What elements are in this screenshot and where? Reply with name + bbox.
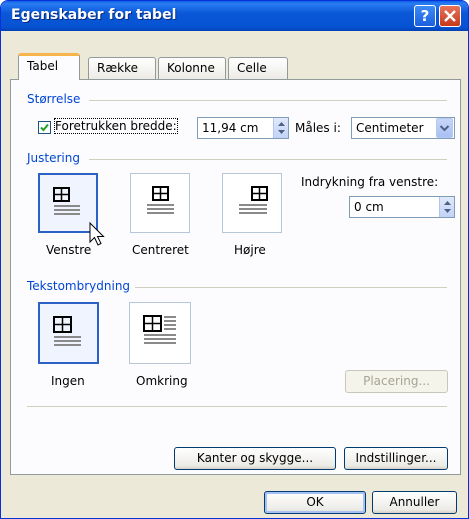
table-options-button-label: Indstillinger... <box>355 451 437 465</box>
wrap-around-option[interactable] <box>129 302 191 364</box>
indent-label: Indrykning fra venstre: <box>301 175 439 189</box>
wrap-none-option[interactable] <box>38 302 99 364</box>
preferred-width-label[interactable]: Foretrukken bredde: <box>54 118 178 134</box>
tab-raekke-label: Række <box>97 61 138 75</box>
align-right-icon <box>239 186 268 214</box>
positioning-button[interactable]: Placering... <box>345 370 448 393</box>
align-left-icon <box>53 187 80 215</box>
tab-kolonne[interactable]: Kolonne <box>158 57 226 79</box>
table-properties-dialog: Egenskaber for tabel ? Tabel Række Kolon… <box>0 0 469 519</box>
preferred-width-checkbox[interactable] <box>38 121 51 134</box>
indent-spinner[interactable] <box>439 197 454 217</box>
help-button[interactable]: ? <box>414 5 436 27</box>
tab-tabel[interactable]: Tabel <box>18 53 80 80</box>
cancel-button-label: Annuller <box>389 495 440 509</box>
wrapping-divider <box>135 287 447 288</box>
tab-celle-label: Celle <box>237 61 267 75</box>
wrap-around-label: Omkring <box>136 374 188 388</box>
ok-button-label: OK <box>306 495 324 509</box>
alignment-section-title: Justering <box>27 151 80 165</box>
cancel-button[interactable]: Annuller <box>372 491 457 514</box>
borders-shading-button[interactable]: Kanter og skygge... <box>174 447 336 470</box>
align-center-label: Centreret <box>132 243 189 257</box>
preferred-width-value: 11,94 cm <box>202 121 259 135</box>
size-divider <box>89 100 447 101</box>
ok-button[interactable]: OK <box>264 491 366 514</box>
close-button[interactable] <box>439 5 461 27</box>
borders-shading-button-label: Kanter og skygge... <box>196 451 314 465</box>
align-center-icon <box>147 186 174 214</box>
chevron-down-icon <box>439 125 450 132</box>
spin-arrows-icon <box>278 122 285 134</box>
close-icon <box>444 10 456 22</box>
tab-raekke[interactable]: Række <box>88 57 156 79</box>
wrap-none-label: Ingen <box>51 374 85 388</box>
align-right-label: Højre <box>234 243 266 257</box>
wrap-around-icon <box>143 315 176 344</box>
table-options-button[interactable]: Indstillinger... <box>344 447 448 470</box>
positioning-button-label: Placering... <box>363 374 430 388</box>
mouse-cursor-icon <box>89 222 105 246</box>
align-left-label: Venstre <box>46 243 92 257</box>
align-center-option[interactable] <box>130 173 190 233</box>
checkmark-icon <box>40 123 49 132</box>
indent-value: 0 cm <box>354 200 384 214</box>
dialog-title: Egenskaber for tabel <box>11 7 177 23</box>
title-bar[interactable]: Egenskaber for tabel ? <box>1 1 468 31</box>
tab-tabel-label: Tabel <box>27 59 59 73</box>
bottom-divider <box>27 406 447 407</box>
measure-label: Måles i: <box>295 121 341 135</box>
question-icon: ? <box>420 7 430 25</box>
alignment-divider <box>89 159 447 160</box>
spin-arrows-icon <box>444 201 451 213</box>
wrap-none-icon <box>53 316 81 346</box>
tab-celle[interactable]: Celle <box>228 57 288 79</box>
measure-dropdown-button[interactable] <box>436 118 453 138</box>
align-right-option[interactable] <box>222 173 282 233</box>
tab-kolonne-label: Kolonne <box>167 61 215 75</box>
size-section-title: Størrelse <box>27 92 81 106</box>
measure-value: Centimeter <box>356 121 424 135</box>
wrapping-section-title: Tekstombrydning <box>27 279 131 293</box>
preferred-width-spinner[interactable] <box>273 118 288 138</box>
